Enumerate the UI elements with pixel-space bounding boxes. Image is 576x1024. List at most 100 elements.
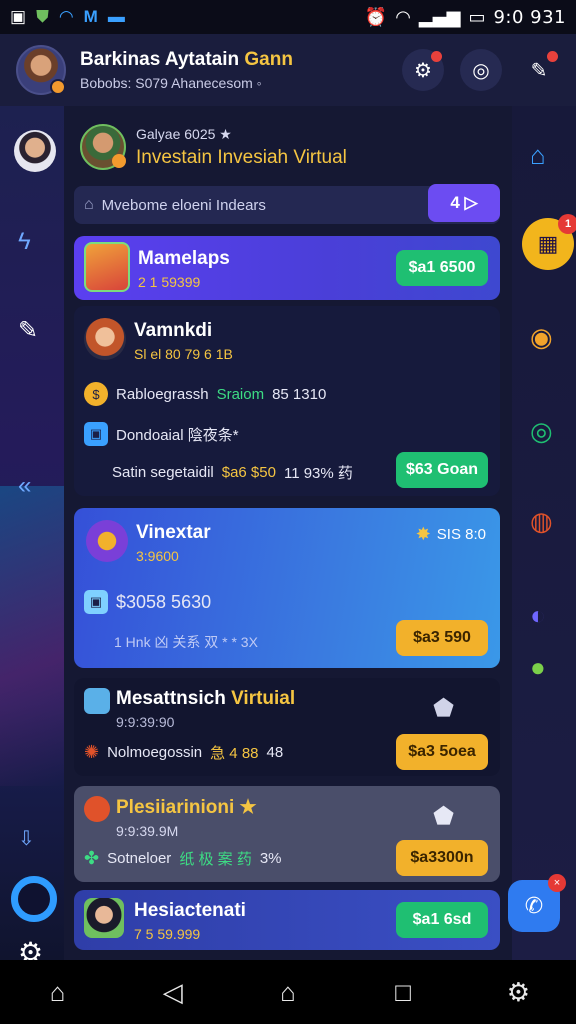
card-mesattnsich-sub: 9:9:39:90 — [116, 714, 175, 730]
card-vinextar-texts: Vinextar 3:9600 — [136, 522, 211, 564]
globe-icon[interactable]: ◐ — [530, 600, 546, 631]
card-vamnkdi-line1-suffix: 85 1310 — [272, 385, 327, 403]
rail-avatar[interactable] — [14, 130, 56, 172]
clover-icon: ✤ — [84, 848, 100, 868]
card-mesattnsich[interactable]: Mesattnsich Virtuial 9:9:39:90 ⬟ ✺ Nolmo… — [74, 678, 500, 776]
card-mamelaps[interactable]: Mamelaps 2 1 59399 $a1 6500 — [74, 236, 500, 300]
signal-icon: ▂▄▆ — [418, 6, 461, 28]
coin-icon: $ — [84, 382, 108, 406]
card-vamnkdi-line2: ▣ Dondoaial 陰夜条* — [84, 422, 239, 446]
shield-icon: ⛊ — [36, 7, 49, 26]
header-title-prefix: Barkinas Aytatain — [80, 49, 240, 70]
sun-icon: ✸ — [415, 524, 431, 544]
promo-texts: Galyae 6025 ★ Investain Invesiah Virtual — [136, 126, 347, 169]
card-mesattnsich-line: ✺ Nolmoegossin 急 4 88 48 — [84, 742, 283, 763]
card-mamelaps-emblem — [84, 242, 130, 292]
promo-avatar — [80, 124, 126, 170]
card-plesiiarinioni-title: Plesiiarinioni ★ — [116, 797, 257, 818]
wifi-icon: ◠ — [58, 7, 74, 26]
card-plesiiarinioni-cta[interactable]: $a3300n — [396, 840, 488, 876]
card-hesiactenati-sub: 7 5 59.999 — [134, 926, 201, 942]
pencil-icon[interactable]: ✎ — [18, 316, 38, 345]
card-vinextar-sub: 3:9600 — [136, 548, 179, 564]
card-vinextar[interactable]: Vinextar 3:9600 ✸ SIS 8:0 ▣ $3058 5630 1… — [74, 508, 500, 668]
notification-button[interactable]: ⚙ — [402, 49, 444, 91]
main-content: Galyae 6025 ★ Investain Invesiah Virtual… — [64, 106, 512, 960]
rail-ring-button[interactable] — [11, 876, 57, 922]
card-vamnkdi-line1-prefix: Rabloegrassh — [116, 385, 209, 403]
card-mamelaps-cta[interactable]: $a1 6500 — [396, 250, 488, 286]
card-mesattnsich-line-suffix: 48 — [266, 744, 284, 761]
header-title-accent: Gann — [244, 49, 293, 70]
card-vamnkdi[interactable]: Vamnkdi Sl el 80 79 6 1B $ Rabloegrassh … — [74, 306, 500, 496]
chat-icon: ✎ — [530, 59, 548, 82]
card-plesiiarinioni-sub: 9:9:39.9M — [116, 823, 179, 839]
notification-dot — [431, 51, 442, 62]
card-vamnkdi-texts: Vamnkdi Sl el 80 79 6 1B — [134, 320, 233, 362]
header-actions: ⚙ ◎ ✎ — [402, 49, 560, 91]
home-icon[interactable]: ⌂ — [30, 977, 86, 1008]
wifi-icon: ◠ — [395, 6, 411, 28]
system-nav-bar: ⌂ ◁ ⌂ □ ⚙ — [0, 960, 576, 1024]
leaf-icon[interactable]: ● — [530, 652, 546, 683]
header-subtitle: Bobobs: S079 Ahanecesom ◦ — [80, 75, 262, 91]
card-mesattnsich-title: Mesattnsich Virtuial — [116, 688, 295, 710]
card-mamelaps-title: Mamelaps — [138, 248, 230, 269]
card-vamnkdi-sub: Sl el 80 79 6 1B — [134, 346, 233, 362]
settings-gear-icon[interactable]: ⚙ — [490, 977, 546, 1008]
card-vinextar-amount-row: ▣ $3058 5630 — [84, 590, 211, 614]
card-vamnkdi-line3-accent: $a6 $50 — [221, 464, 276, 481]
card-plesiiarinioni-line-accent: 纸 极 案 药 — [179, 851, 252, 868]
card-plesiiarinioni[interactable]: Plesiiarinioni ★ 9:9:39.9M ⬟ ✤ Sotneloer… — [74, 786, 500, 882]
notification-gear-icon: ⚙ — [414, 59, 432, 82]
card-vinextar-corner: ✸ SIS 8:0 — [416, 524, 486, 545]
chat-dot — [547, 51, 558, 62]
token-icon[interactable]: ◎ — [530, 416, 553, 447]
card-vamnkdi-line2-text: Dondoaial 陰夜条* — [116, 426, 239, 444]
card-vinextar-corner-text: SIS 8:0 — [436, 526, 486, 543]
avatar-status-badge — [50, 79, 66, 95]
card-mesattnsich-line-accent: 急 4 88 — [210, 745, 259, 762]
card-mesattnsich-cta[interactable]: $a3 5oea — [396, 734, 488, 770]
card-plesiiarinioni-line: ✤ Sotneloer 纸 极 案 药 3% — [84, 848, 282, 869]
recents-icon[interactable]: □ — [375, 977, 431, 1008]
app-header: Barkinas Aytatain Gann Bobobs: S079 Ahan… — [0, 34, 576, 106]
promo-banner[interactable]: Galyae 6025 ★ Investain Invesiah Virtual — [80, 124, 347, 170]
filter-bar[interactable]: ⌂ Mvebome eloeni Indears 4 ▷ — [74, 184, 500, 224]
chat-bubble-icon: ✆ — [524, 893, 544, 918]
chat-button[interactable]: ✎ — [518, 49, 560, 91]
card-vinextar-amount: $3058 5630 — [116, 591, 212, 612]
chevrons-left-icon[interactable]: « — [18, 472, 31, 500]
card-vamnkdi-cta[interactable]: $63 Goan — [396, 452, 488, 488]
coin-icon[interactable]: ◉ — [530, 322, 553, 353]
card-vinextar-cta[interactable]: $a3 590 — [396, 620, 488, 656]
card-vinextar-title: Vinextar — [136, 522, 211, 543]
status-left-icons: ▣ ⛊ ◠ M ▬ — [10, 7, 125, 27]
header-texts: Barkinas Aytatain Gann Bobobs: S079 Ahan… — [80, 49, 293, 91]
down-arrow-icon[interactable]: ⇩ — [18, 826, 35, 851]
target-icon: ◎ — [472, 59, 490, 82]
profile-avatar[interactable] — [16, 45, 66, 95]
tag-icon: ⬟ — [433, 695, 454, 722]
target-icon[interactable]: ◍ — [530, 506, 553, 537]
card-hesiactenati[interactable]: Hesiactenati 7 5 59.999 $a1 6sd — [74, 890, 500, 950]
status-bar: ▣ ⛊ ◠ M ▬ ⏰ ◠ ▂▄▆ ▭ 9:0 931 — [0, 0, 576, 34]
m-app-icon: M — [83, 7, 98, 26]
rr-gift-tile[interactable]: ▦ 1 — [522, 214, 576, 270]
card-mesattnsich-icon — [84, 688, 110, 714]
chat-fab[interactable]: ✆ × — [508, 874, 566, 932]
lightning-icon[interactable]: ϟ — [18, 228, 31, 256]
card-mesattnsich-title-accent: Virtuial — [231, 688, 296, 709]
home-outline-icon[interactable]: ⌂ — [260, 977, 316, 1008]
right-rail: ⌂ ▦ 1 ◉ ◎ ◍ ◐ ● — [512, 106, 576, 960]
back-icon[interactable]: ◁ — [145, 977, 201, 1008]
status-right-icons: ⏰ ◠ ▂▄▆ ▭ 9:0 931 — [365, 7, 566, 28]
gift-icon: ▦ — [537, 231, 559, 256]
tag-icon: ⬟ — [433, 803, 454, 830]
card-hesiactenati-title: Hesiactenati — [134, 900, 246, 921]
sparkle-icon: ✺ — [84, 742, 100, 762]
card-hesiactenati-cta[interactable]: $a1 6sd — [396, 902, 488, 938]
target-button[interactable]: ◎ — [460, 49, 502, 91]
home-outline-icon[interactable]: ⌂ — [530, 140, 546, 171]
filter-button[interactable]: 4 ▷ — [428, 184, 500, 222]
